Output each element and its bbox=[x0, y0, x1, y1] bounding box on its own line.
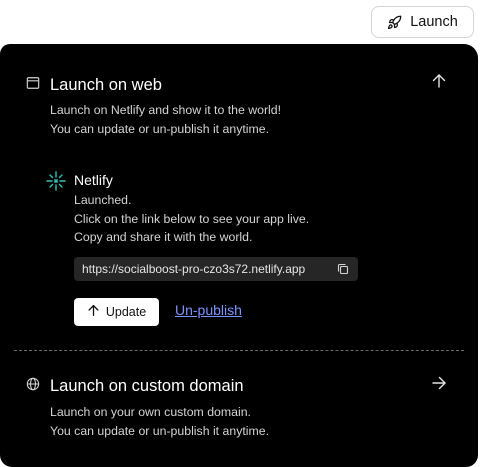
netlify-status-line1: Launched. bbox=[74, 193, 132, 207]
domain-section-description: Launch on your own custom domain. You ca… bbox=[50, 403, 269, 440]
arrow-right-icon bbox=[431, 375, 447, 396]
web-section-header[interactable]: Launch on web bbox=[26, 76, 162, 95]
launch-panel: Launch on web Launch on Netlify and show… bbox=[0, 44, 478, 467]
domain-section-header[interactable]: Launch on custom domain bbox=[26, 377, 244, 396]
web-section-title: Launch on web bbox=[50, 76, 162, 94]
web-section-description: Launch on Netlify and show it to the wor… bbox=[50, 101, 281, 138]
arrow-up-icon bbox=[87, 304, 100, 320]
netlify-status-line3: Copy and share it with the world. bbox=[74, 230, 253, 244]
copy-icon[interactable] bbox=[336, 262, 350, 276]
expand-domain-button[interactable] bbox=[428, 374, 450, 396]
update-button[interactable]: Update bbox=[74, 298, 159, 326]
launch-button[interactable]: Launch bbox=[371, 6, 474, 38]
domain-desc-line2: You can update or un-publish it anytime. bbox=[50, 423, 269, 438]
netlify-title: Netlify bbox=[74, 172, 113, 188]
web-desc-line2: You can update or un-publish it anytime. bbox=[50, 121, 269, 136]
deployment-url-link[interactable]: https://socialboost-pro-czo3s72.netlify.… bbox=[82, 262, 305, 276]
top-bar: Launch bbox=[0, 0, 482, 44]
netlify-status: Launched. Click on the link below to see… bbox=[74, 191, 309, 247]
unpublish-link[interactable]: Un-publish bbox=[175, 302, 242, 318]
web-desc-line1: Launch on Netlify and show it to the wor… bbox=[50, 103, 282, 117]
arrow-up-icon bbox=[431, 73, 447, 94]
section-divider bbox=[14, 350, 464, 351]
rocket-icon bbox=[387, 15, 402, 30]
collapse-web-button[interactable] bbox=[428, 72, 450, 94]
deployment-url-box: https://socialboost-pro-czo3s72.netlify.… bbox=[74, 257, 358, 281]
domain-section-title: Launch on custom domain bbox=[50, 377, 244, 395]
domain-desc-line1: Launch on your own custom domain. bbox=[50, 405, 251, 419]
browser-window-icon bbox=[26, 76, 40, 95]
launch-button-label: Launch bbox=[410, 14, 458, 30]
update-button-label: Update bbox=[105, 305, 147, 319]
globe-icon bbox=[26, 377, 40, 396]
netlify-status-line2: Click on the link below to see your app … bbox=[74, 211, 310, 226]
netlify-logo-icon bbox=[46, 171, 66, 191]
